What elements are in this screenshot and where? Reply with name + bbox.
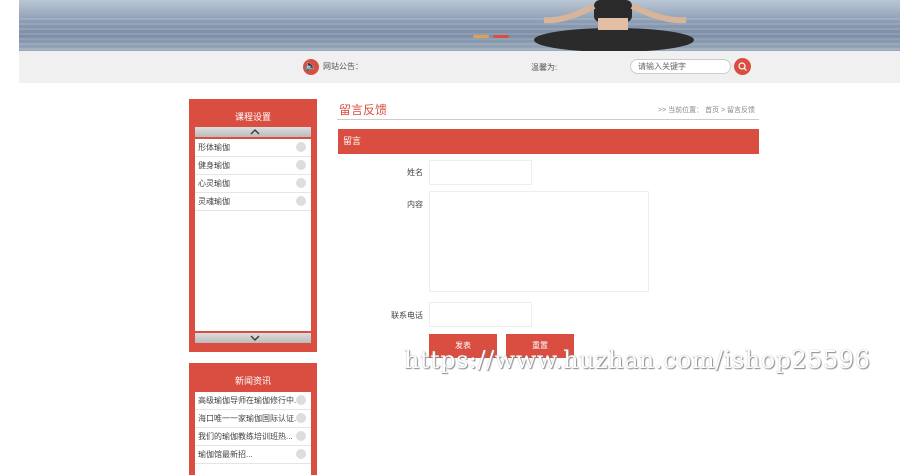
section-bar: 留言 <box>338 129 759 154</box>
hero-banner <box>19 0 900 51</box>
news-panel: 新闻资讯 高级瑜伽导师在瑜伽修行中... 海口唯一一家瑜伽国际认证... 我们的… <box>189 363 317 475</box>
notice-bar <box>19 51 900 83</box>
circle-icon <box>296 395 306 405</box>
news-item-label: 高级瑜伽导师在瑜伽修行中... <box>198 396 301 405</box>
name-label: 姓名 <box>407 168 423 177</box>
circle-icon <box>296 142 306 152</box>
search-input[interactable]: 请输入关键字 <box>630 59 731 74</box>
phone-label: 联系电话 <box>391 311 423 320</box>
circle-icon <box>296 160 306 170</box>
content-textarea[interactable] <box>429 191 649 292</box>
carousel-dots[interactable] <box>473 35 509 38</box>
chevron-up-icon <box>250 129 260 135</box>
page-title: 留言反馈 <box>339 103 388 117</box>
section-title: 留言 <box>343 136 362 146</box>
search-icon <box>738 62 747 71</box>
course-item-label: 灵魂瑜伽 <box>198 197 230 206</box>
circle-icon <box>296 413 306 423</box>
news-title: 新闻资讯 <box>234 376 271 386</box>
news-list: 高级瑜伽导师在瑜伽修行中... 海口唯一一家瑜伽国际认证... 我们的瑜伽教练培… <box>195 392 311 475</box>
course-item[interactable]: 灵魂瑜伽 <box>195 193 311 211</box>
news-item[interactable]: 瑜伽馆最新招... <box>195 446 311 464</box>
watermark-text: https://www.huzhan.com/ishop25596 <box>404 346 871 374</box>
circle-icon <box>296 449 306 459</box>
scroll-up-button[interactable] <box>195 127 311 137</box>
title-divider <box>337 119 759 120</box>
course-item-label: 健身瑜伽 <box>198 161 230 170</box>
news-item-label: 瑜伽馆最新招... <box>198 450 253 459</box>
course-item[interactable]: 形体瑜伽 <box>195 139 311 157</box>
news-item[interactable]: 海口唯一一家瑜伽国际认证... <box>195 410 311 428</box>
news-item[interactable]: 我们的瑜伽教练培训班热... <box>195 428 311 446</box>
course-item-label: 形体瑜伽 <box>198 143 230 152</box>
name-field[interactable] <box>429 160 532 185</box>
circle-icon <box>296 178 306 188</box>
news-item[interactable]: 高级瑜伽导师在瑜伽修行中... <box>195 392 311 410</box>
content-label: 内容 <box>407 200 423 209</box>
carousel-dot[interactable] <box>473 35 489 38</box>
banner-sea <box>19 18 900 51</box>
news-item-label: 我们的瑜伽教练培训班热... <box>198 432 293 441</box>
search-button[interactable] <box>734 58 751 75</box>
course-item[interactable]: 心灵瑜伽 <box>195 175 311 193</box>
course-item-label: 心灵瑜伽 <box>198 179 230 188</box>
courses-panel: 课程设置 形体瑜伽 健身瑜伽 心灵瑜伽 灵魂瑜伽 <box>189 99 317 352</box>
yoga-figure-image <box>534 0 694 51</box>
breadcrumb[interactable]: >> 当前位置： 首页 > 留言反馈 <box>658 105 755 115</box>
notice-label: 网站公告： <box>323 62 363 71</box>
courses-title: 课程设置 <box>234 112 271 122</box>
speaker-icon: 🔈 <box>303 59 319 75</box>
phone-field[interactable] <box>429 302 532 327</box>
notice-text: 温馨为: <box>531 63 558 72</box>
news-item-label: 海口唯一一家瑜伽国际认证... <box>198 414 301 423</box>
scroll-down-button[interactable] <box>195 333 311 343</box>
chevron-down-icon <box>250 335 260 341</box>
courses-list: 形体瑜伽 健身瑜伽 心灵瑜伽 灵魂瑜伽 <box>195 139 311 331</box>
circle-icon <box>296 196 306 206</box>
course-item[interactable]: 健身瑜伽 <box>195 157 311 175</box>
circle-icon <box>296 431 306 441</box>
carousel-dot-active[interactable] <box>493 35 509 38</box>
